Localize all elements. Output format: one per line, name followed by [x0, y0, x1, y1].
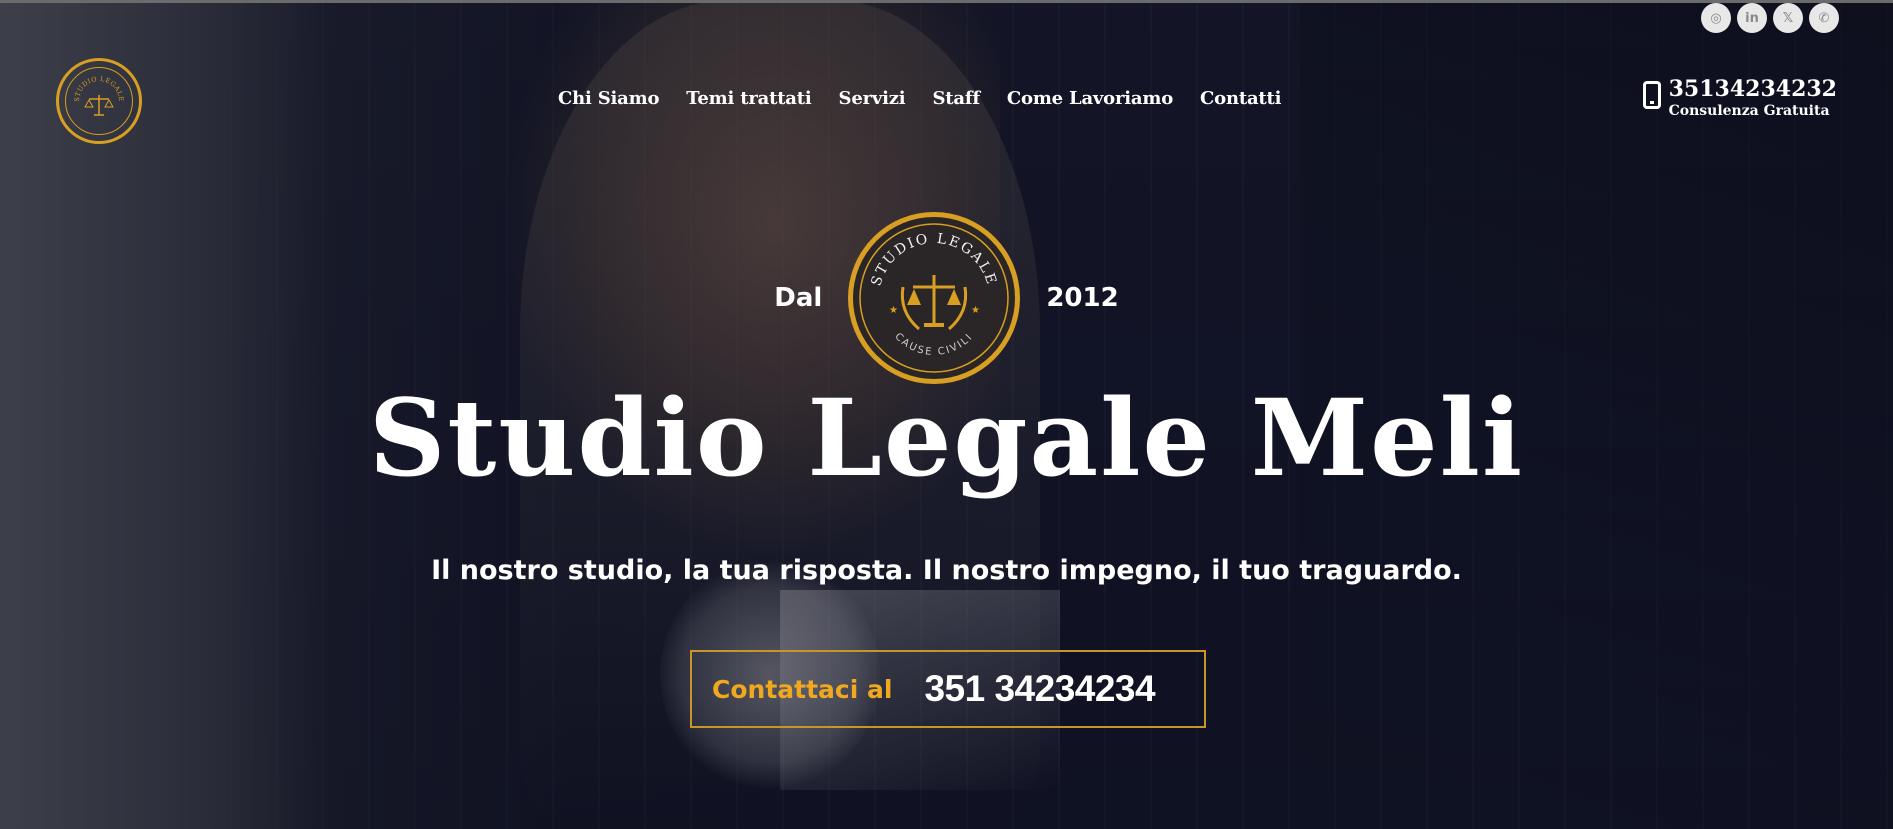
since-row: Dal STUDIO LEGALE CAUSE CIVILI ★ ★ 2012	[0, 212, 1893, 384]
x-icon[interactable]: 𝕏	[1773, 3, 1803, 33]
site-logo[interactable]: STUDIO LEGALE	[56, 58, 142, 144]
seal-emblem: STUDIO LEGALE CAUSE CIVILI ★ ★	[848, 212, 1021, 384]
whatsapp-icon[interactable]: ✆	[1809, 3, 1839, 33]
svg-text:★: ★	[889, 305, 898, 316]
hero-title: Studio Legale Meli	[368, 375, 1525, 500]
logo-seal-graphic: STUDIO LEGALE	[73, 75, 125, 116]
nav-come-lavoriamo[interactable]: Come Lavoriamo	[1007, 88, 1173, 109]
header-phone-number: 35134234232	[1668, 76, 1837, 102]
since-label: Dal	[774, 283, 823, 313]
header-phone[interactable]: 35134234232 Consulenza Gratuita	[1642, 76, 1837, 120]
nav-temi-trattati[interactable]: Temi trattati	[686, 88, 811, 109]
seal-bottom-text: CAUSE CIVILI	[893, 331, 974, 358]
since-year: 2012	[1046, 283, 1119, 313]
contact-cta-button[interactable]: Contattaci al 351 34234234	[690, 650, 1206, 728]
top-border	[0, 0, 1893, 3]
nav-chi-siamo[interactable]: Chi Siamo	[558, 88, 659, 109]
linkedin-icon[interactable]: in	[1737, 3, 1767, 33]
main-nav: Chi Siamo Temi trattati Servizi Staff Co…	[558, 88, 1281, 109]
phone-icon	[1642, 81, 1661, 109]
svg-text:CAUSE CIVILI: CAUSE CIVILI	[893, 331, 976, 358]
instagram-icon[interactable]: ◎	[1701, 3, 1731, 33]
header-phone-subtitle: Consulenza Gratuita	[1668, 103, 1830, 119]
nav-contatti[interactable]: Contatti	[1200, 88, 1281, 109]
nav-staff[interactable]: Staff	[932, 88, 980, 109]
cta-phone-number: 351 34234234	[924, 668, 1156, 709]
svg-text:★: ★	[971, 305, 980, 316]
nav-servizi[interactable]: Servizi	[839, 88, 906, 109]
scales-icon: STUDIO LEGALE	[65, 67, 133, 135]
hero-tagline: Il nostro studio, la tua risposta. Il no…	[431, 555, 1462, 586]
scales-of-justice-icon: STUDIO LEGALE CAUSE CIVILI ★ ★	[859, 223, 1010, 373]
cta-label: Contattaci al	[712, 674, 893, 704]
social-links: ◎ in 𝕏 ✆	[1701, 3, 1839, 33]
